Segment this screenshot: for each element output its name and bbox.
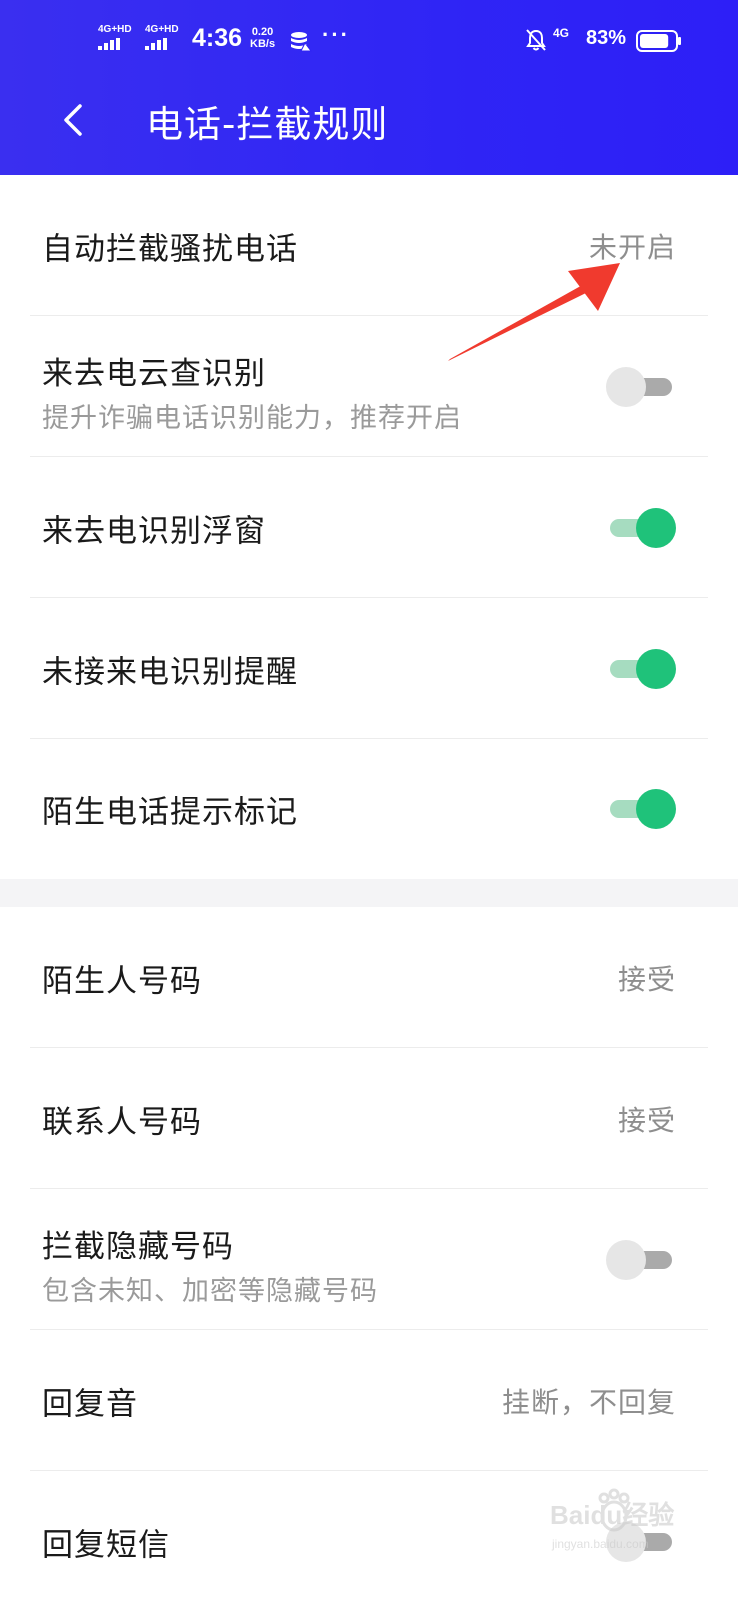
back-chevron-left-icon[interactable] xyxy=(56,100,92,140)
app-header: 4G+HD 4G+HD 4:36 0.20 KB/s ··· 4G 83% 电话… xyxy=(0,0,738,175)
setting-value: 挂断，不回复 xyxy=(501,1385,676,1419)
setting-value: 未开启 xyxy=(588,230,676,264)
setting-caller-popup[interactable]: 来去电识别浮窗 xyxy=(0,457,738,598)
signal-bars-icon xyxy=(145,38,167,50)
setting-reply-tone[interactable]: 回复音 挂断，不回复 xyxy=(0,1330,738,1471)
speed-value: 0.20 xyxy=(251,26,274,38)
setting-subtitle: 提升诈骗电话识别能力，推荐开启 xyxy=(42,403,462,434)
setting-title: 来去电识别浮窗 xyxy=(42,513,266,549)
watermark-logo-text: Baidu经验 xyxy=(550,1500,674,1530)
setting-title: 回复音 xyxy=(42,1386,138,1422)
setting-block-hidden[interactable]: 拦截隐藏号码 包含未知、加密等隐藏号码 xyxy=(0,1189,738,1330)
setting-missed-call-reminder[interactable]: 未接来电识别提醒 xyxy=(0,598,738,739)
baidu-watermark-icon: Baidu经验 jingyan.baidu.com xyxy=(550,1488,674,1551)
caller-popup-toggle[interactable] xyxy=(606,507,676,548)
setting-title: 陌生人号码 xyxy=(42,963,202,999)
setting-value: 接受 xyxy=(617,962,676,996)
setting-subtitle: 包含未知、加密等隐藏号码 xyxy=(42,1276,378,1307)
setting-value: 接受 xyxy=(617,1103,676,1137)
setting-stranger-numbers[interactable]: 陌生人号码 接受 xyxy=(0,907,738,1048)
setting-auto-block-harassment[interactable]: 自动拦截骚扰电话 未开启 xyxy=(0,175,738,316)
page-title: 电话-拦截规则 xyxy=(146,103,389,146)
sim1-signal: 4G+HD xyxy=(98,24,138,54)
clock: 4:36 xyxy=(192,24,243,52)
watermark-url-text: jingyan.baidu.com xyxy=(551,1537,649,1551)
more-notifications-icon: ··· xyxy=(322,22,350,47)
setting-cloud-id[interactable]: 来去电云查识别 提升诈骗电话识别能力，推荐开启 xyxy=(0,316,738,457)
cloud-id-toggle[interactable] xyxy=(606,366,676,407)
setting-contact-numbers[interactable]: 联系人号码 接受 xyxy=(0,1048,738,1189)
setting-title: 联系人号码 xyxy=(42,1104,202,1140)
block-hidden-toggle[interactable] xyxy=(606,1239,676,1280)
signal-bars-icon xyxy=(98,38,120,50)
sim2-signal: 4G+HD xyxy=(145,24,185,54)
network-speed: 0.20 KB/s xyxy=(250,26,275,50)
setting-title: 回复短信 xyxy=(42,1527,170,1563)
setting-title: 陌生电话提示标记 xyxy=(42,794,298,831)
battery-percent: 83% xyxy=(586,27,627,49)
stranger-mark-toggle[interactable] xyxy=(606,789,676,829)
sim2-label: 4G+HD xyxy=(145,24,179,35)
setting-title: 未接来电识别提醒 xyxy=(42,654,298,690)
missed-call-toggle[interactable] xyxy=(606,648,676,689)
setting-stranger-mark[interactable]: 陌生电话提示标记 xyxy=(0,739,738,879)
section-separator xyxy=(0,879,738,907)
battery-icon xyxy=(636,30,681,52)
speed-unit: KB/s xyxy=(250,38,276,50)
status-bar: 4G+HD 4G+HD 4:36 0.20 KB/s ··· 4G 83% xyxy=(0,18,738,64)
setting-title: 来去电云查识别 xyxy=(42,356,266,392)
setting-title: 自动拦截骚扰电话 xyxy=(42,231,298,267)
data-saver-icon xyxy=(291,32,312,52)
network-type: 4G xyxy=(553,26,570,40)
setting-title: 拦截隐藏号码 xyxy=(42,1229,234,1265)
bell-muted-icon xyxy=(526,29,546,51)
sim1-label: 4G+HD xyxy=(98,24,132,35)
settings-list: 自动拦截骚扰电话 未开启 来去电云查识别 提升诈骗电话识别能力，推荐开启 来去电… xyxy=(0,175,738,1600)
